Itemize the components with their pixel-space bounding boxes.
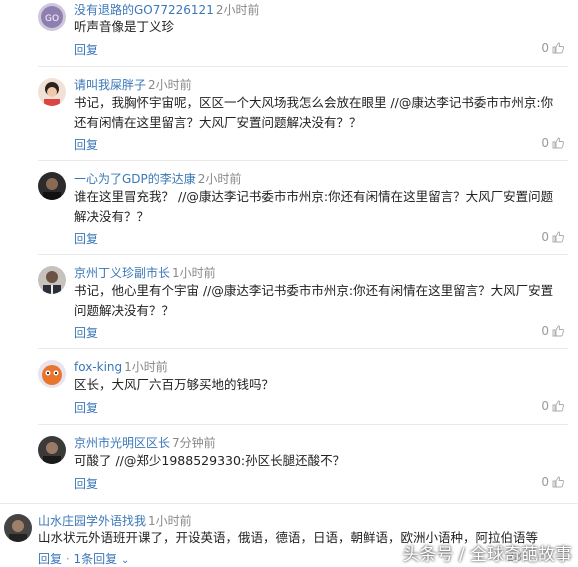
view-replies-link[interactable]: 1条回复 <box>73 552 117 566</box>
comment-header: fox-king 1小时前 <box>74 358 168 375</box>
timestamp: 2小时前 <box>148 78 192 92</box>
reply-button[interactable]: 回复 <box>74 136 98 153</box>
avatar[interactable]: GO <box>38 3 66 31</box>
thumbs-up-icon <box>552 325 564 337</box>
timestamp: 7分钟前 <box>172 436 216 450</box>
avatar[interactable] <box>38 266 66 294</box>
reply-button[interactable]: 回复 <box>74 399 98 416</box>
thumbs-up-icon <box>552 400 564 412</box>
like-button[interactable]: 0 <box>541 230 564 244</box>
comment-text: 书记，我胸怀宇宙呢，区区一个大风场我怎么会放在眼里 //@康达李记书委市市州京:… <box>74 95 554 130</box>
reply-button[interactable]: 回复 <box>74 475 98 492</box>
chevron-down-icon: ⌄ <box>120 555 130 566</box>
comment-header: 一心为了GDP的李达康 2小时前 <box>74 170 241 187</box>
avatar[interactable] <box>38 360 66 388</box>
svg-text:GO: GO <box>45 14 59 24</box>
username-link[interactable]: 京州市光明区区长 <box>74 436 170 450</box>
timestamp: 1小时前 <box>172 266 216 280</box>
timestamp: 2小时前 <box>197 172 242 186</box>
divider <box>38 424 568 425</box>
timestamp: 1小时前 <box>148 514 192 528</box>
watermark: 头条号 / 全球奇葩故事 <box>402 545 572 565</box>
reply-button[interactable]: 回复 <box>38 552 62 566</box>
comment-header: 山水庄园学外语找我 1小时前 <box>38 512 192 529</box>
username-link[interactable]: 请叫我屎胖子 <box>74 78 146 92</box>
thumbs-up-icon <box>552 42 564 54</box>
reply-button[interactable]: 回复 <box>74 41 98 58</box>
comment-text: 听声音像是丁义珍 <box>74 19 175 34</box>
avatar[interactable] <box>38 172 66 200</box>
comment-header: 请叫我屎胖子 2小时前 <box>74 76 192 93</box>
comment-header: 京州丁义珍副市长 1小时前 <box>74 264 216 281</box>
username-link[interactable]: fox-king <box>74 360 122 374</box>
comment-header: 京州市光明区区长 7分钟前 <box>74 434 216 451</box>
comment-text: 区长，大风厂六百万够买地的钱吗？ <box>74 377 275 392</box>
like-count: 0 <box>541 399 549 413</box>
like-count: 0 <box>541 230 549 244</box>
like-button[interactable]: 0 <box>541 475 564 489</box>
like-button[interactable]: 0 <box>541 324 564 338</box>
thumbs-up-icon <box>552 476 564 488</box>
username-link[interactable]: 山水庄园学外语找我 <box>38 514 146 528</box>
username-link[interactable]: 京州丁义珍副市长 <box>74 266 170 280</box>
section-divider <box>0 503 578 504</box>
username-link[interactable]: 没有退路的GO77226121 <box>74 3 214 17</box>
reply-button[interactable]: 回复 <box>74 324 98 341</box>
like-count: 0 <box>541 324 549 338</box>
like-count: 0 <box>541 136 549 150</box>
like-count: 0 <box>541 41 549 55</box>
username-link[interactable]: 一心为了GDP的李达康 <box>74 172 196 186</box>
divider <box>38 66 568 67</box>
divider <box>38 348 568 349</box>
reply-button[interactable]: 回复 <box>74 230 98 247</box>
avatar[interactable] <box>38 436 66 464</box>
timestamp: 2小时前 <box>215 3 260 17</box>
comment-text: 书记，他心里有个宇宙 //@康达李记书委市市州京:你还有闲情在这里留言？大风厂安… <box>74 283 554 318</box>
like-button[interactable]: 0 <box>541 41 564 55</box>
reply-row: 回复 · 1条回复 ⌄ <box>38 552 130 566</box>
thumbs-up-icon <box>552 137 564 149</box>
like-button[interactable]: 0 <box>541 399 564 413</box>
comment-header: 没有退路的GO77226121 2小时前 <box>74 1 259 18</box>
thumbs-up-icon <box>552 231 564 243</box>
like-count: 0 <box>541 475 549 489</box>
avatar[interactable] <box>4 514 32 542</box>
like-button[interactable]: 0 <box>541 136 564 150</box>
comment-text: 可酸了 //@郑少1988529330:孙区长腿还酸不？ <box>74 453 346 468</box>
divider <box>38 160 568 161</box>
comment-text: 谁在这里冒充我？ //@康达李记书委市市州京:你还有闲情在这里留言？大风厂安置问… <box>74 189 554 224</box>
timestamp: 1小时前 <box>124 360 168 374</box>
divider <box>38 254 568 255</box>
avatar[interactable] <box>38 78 66 106</box>
